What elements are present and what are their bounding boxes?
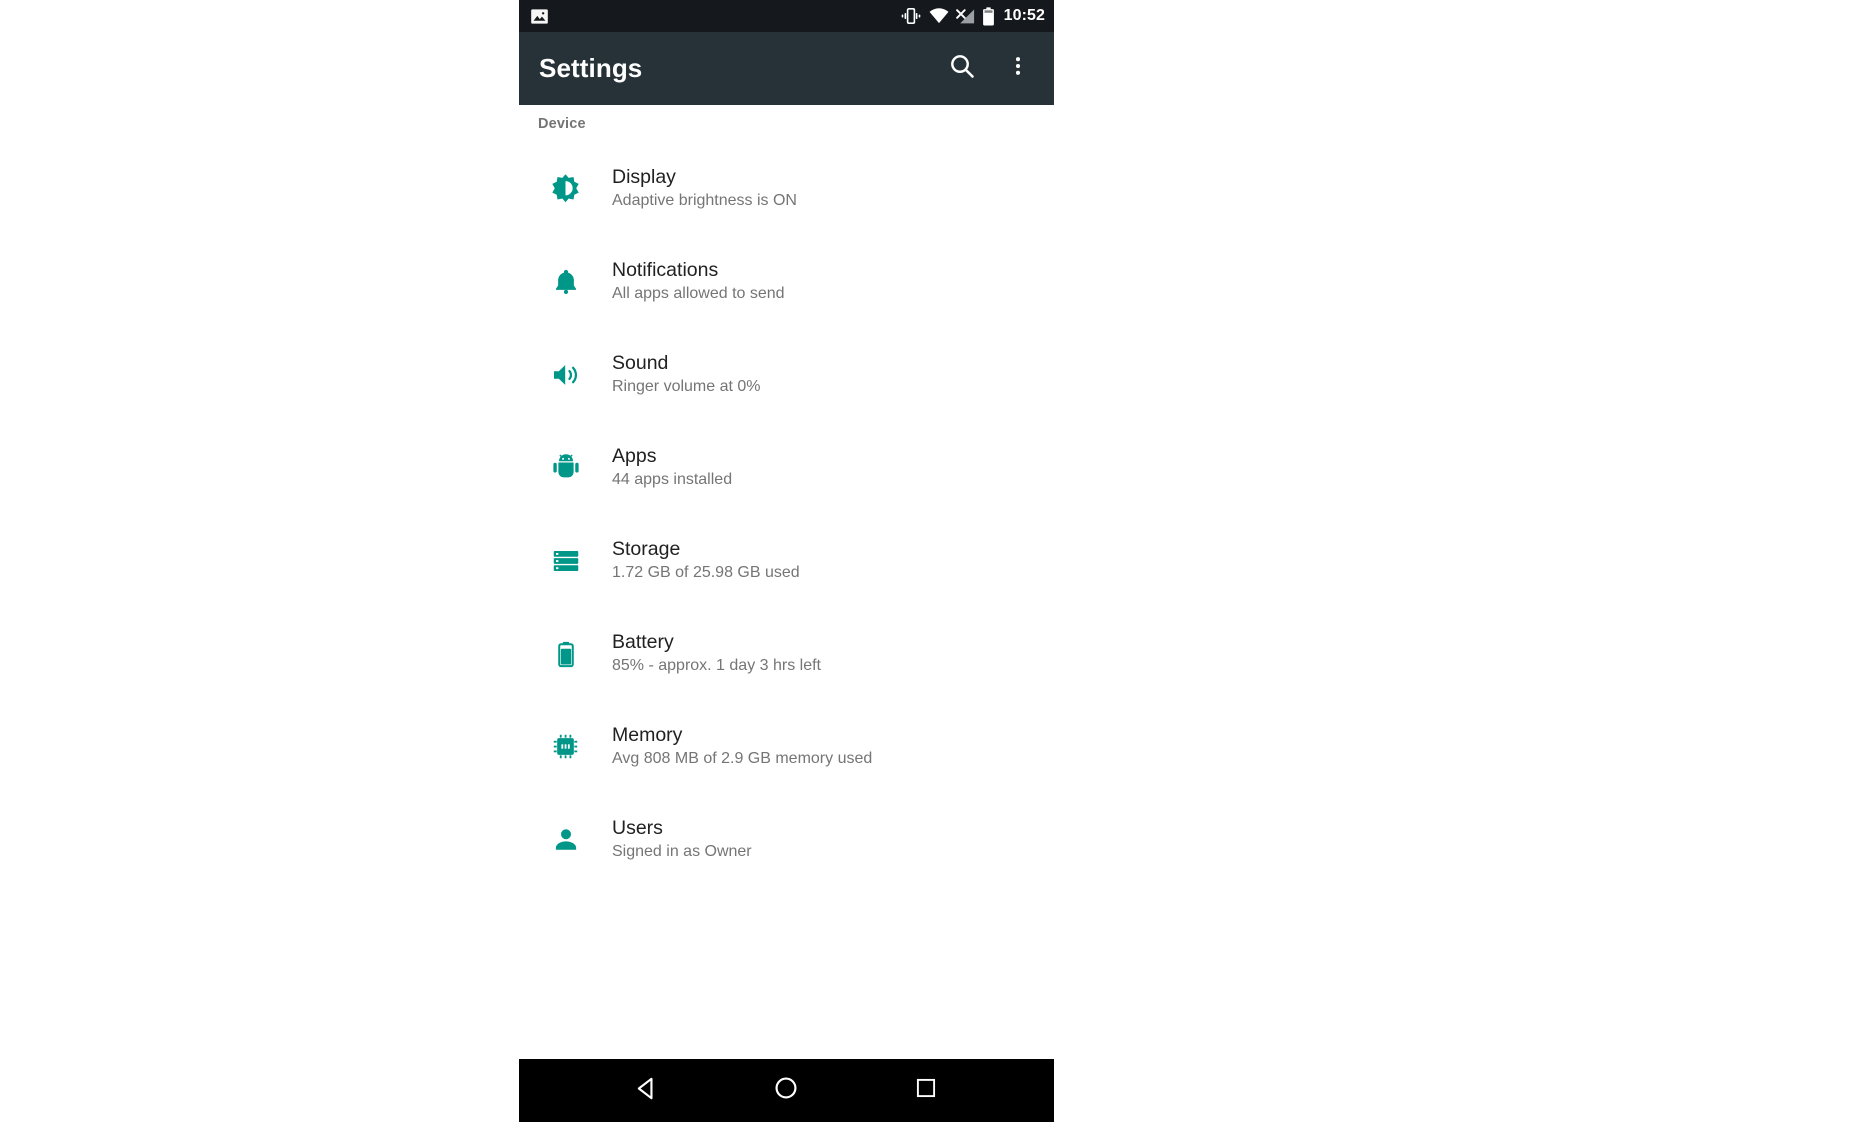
- settings-row-sound[interactable]: Sound Ringer volume at 0%: [519, 328, 1054, 421]
- overflow-menu-button[interactable]: [998, 49, 1038, 89]
- vibrate-icon: [900, 7, 922, 25]
- status-bar-left: [530, 7, 900, 26]
- settings-row-title: Storage: [612, 538, 681, 561]
- home-button[interactable]: [755, 1060, 817, 1122]
- home-circle-icon: [773, 1075, 799, 1106]
- settings-row-apps[interactable]: Apps 44 apps installed: [519, 421, 1054, 514]
- battery-icon: [982, 6, 995, 26]
- search-icon: [948, 52, 976, 85]
- brightness-icon: [519, 172, 612, 205]
- settings-row-subtitle: 85% - approx. 1 day 3 hrs left: [612, 656, 821, 674]
- settings-row-title: Users: [612, 817, 663, 840]
- phone-screen: 10:52 Settings Device Display Adaptive b…: [519, 0, 1054, 1122]
- settings-row-subtitle: Ringer volume at 0%: [612, 377, 761, 395]
- settings-list: Display Adaptive brightness is ON Notifi…: [519, 132, 1054, 886]
- app-toolbar: Settings: [519, 32, 1054, 105]
- battery-icon: [519, 640, 612, 668]
- settings-row-subtitle: 1.72 GB of 25.98 GB used: [612, 563, 800, 581]
- settings-row-text: Memory Avg 808 MB of 2.9 GB memory used: [612, 725, 872, 767]
- recents-button[interactable]: [895, 1060, 957, 1122]
- settings-row-subtitle: All apps allowed to send: [612, 284, 785, 302]
- settings-row-title: Notifications: [612, 259, 719, 282]
- person-icon: [519, 825, 612, 855]
- settings-row-text: Display Adaptive brightness is ON: [612, 167, 797, 209]
- settings-row-subtitle: Adaptive brightness is ON: [612, 191, 797, 209]
- screenshot-icon: [530, 7, 549, 26]
- status-bar-right: 10:52: [900, 6, 1045, 26]
- settings-row-title: Sound: [612, 352, 669, 375]
- status-bar: 10:52: [519, 0, 1054, 32]
- memory-chip-icon: [519, 732, 612, 761]
- back-button[interactable]: [616, 1060, 678, 1122]
- settings-row-memory[interactable]: Memory Avg 808 MB of 2.9 GB memory used: [519, 700, 1054, 793]
- android-robot-icon: [519, 453, 612, 483]
- settings-row-title: Memory: [612, 724, 683, 747]
- settings-row-text: Users Signed in as Owner: [612, 818, 752, 860]
- search-button[interactable]: [942, 49, 982, 89]
- section-header-device: Device: [538, 116, 586, 132]
- back-triangle-icon: [633, 1075, 660, 1107]
- settings-row-text: Battery 85% - approx. 1 day 3 hrs left: [612, 632, 821, 674]
- settings-row-subtitle: Signed in as Owner: [612, 842, 752, 860]
- cellular-off-icon: [955, 8, 975, 25]
- status-bar-clock: 10:52: [1003, 7, 1045, 24]
- page-title: Settings: [539, 53, 643, 83]
- settings-row-text: Sound Ringer volume at 0%: [612, 353, 761, 395]
- storage-icon: [519, 546, 612, 576]
- settings-row-text: Storage 1.72 GB of 25.98 GB used: [612, 539, 800, 581]
- settings-row-title: Apps: [612, 445, 657, 468]
- settings-row-storage[interactable]: Storage 1.72 GB of 25.98 GB used: [519, 514, 1054, 607]
- settings-row-display[interactable]: Display Adaptive brightness is ON: [519, 142, 1054, 235]
- bell-icon: [519, 267, 612, 297]
- more-vertical-icon: [1006, 54, 1030, 83]
- settings-row-text: Apps 44 apps installed: [612, 446, 732, 488]
- settings-row-notifications[interactable]: Notifications All apps allowed to send: [519, 235, 1054, 328]
- settings-row-subtitle: 44 apps installed: [612, 470, 733, 488]
- settings-content[interactable]: Device Display Adaptive brightness is ON: [519, 105, 1054, 1059]
- settings-row-subtitle: Avg 808 MB of 2.9 GB memory used: [612, 749, 873, 767]
- settings-row-text: Notifications All apps allowed to send: [612, 260, 785, 302]
- toolbar-actions: [942, 49, 1038, 89]
- wifi-icon: [929, 8, 949, 24]
- recents-square-icon: [914, 1076, 938, 1105]
- volume-icon: [519, 359, 612, 391]
- settings-row-title: Battery: [612, 631, 674, 654]
- settings-row-title: Display: [612, 166, 676, 189]
- navigation-bar: [519, 1059, 1054, 1122]
- settings-row-battery[interactable]: Battery 85% - approx. 1 day 3 hrs left: [519, 607, 1054, 700]
- settings-row-users[interactable]: Users Signed in as Owner: [519, 793, 1054, 886]
